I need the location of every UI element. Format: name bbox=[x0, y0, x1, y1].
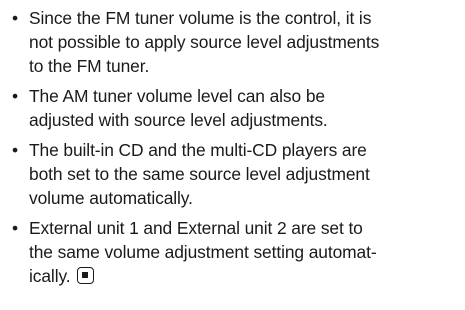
note-item-fm-tuner: • Since the FM tuner volume is the contr… bbox=[12, 6, 460, 78]
note-line: The AM tuner volume level can also be bbox=[29, 86, 325, 106]
note-line: Since the FM tuner volume is the control… bbox=[29, 8, 372, 28]
bullet-icon: • bbox=[12, 140, 18, 160]
note-line: the same volume adjustment setting autom… bbox=[29, 242, 377, 262]
note-line: The built-in CD and the multi-CD players… bbox=[29, 140, 367, 160]
bullet-icon: • bbox=[12, 218, 18, 238]
note-line: both set to the same source level adjust… bbox=[29, 164, 370, 184]
note-item-external-units: • External unit 1 and External unit 2 ar… bbox=[12, 216, 460, 288]
notes-list: • Since the FM tuner volume is the contr… bbox=[12, 6, 460, 294]
note-line: to the FM tuner. bbox=[29, 56, 150, 76]
note-line: ically. bbox=[29, 266, 71, 286]
note-line: not possible to apply source level adjus… bbox=[29, 32, 380, 52]
stop-square-icon bbox=[76, 267, 94, 284]
note-item-cd-players: • The built-in CD and the multi-CD playe… bbox=[12, 138, 460, 210]
note-line: volume automatically. bbox=[29, 188, 193, 208]
note-item-am-tuner: • The AM tuner volume level can also be … bbox=[12, 84, 460, 132]
note-line: External unit 1 and External unit 2 are … bbox=[29, 218, 363, 238]
note-line: adjusted with source level adjustments. bbox=[29, 110, 328, 130]
bullet-icon: • bbox=[12, 86, 18, 106]
bullet-icon: • bbox=[12, 8, 18, 28]
